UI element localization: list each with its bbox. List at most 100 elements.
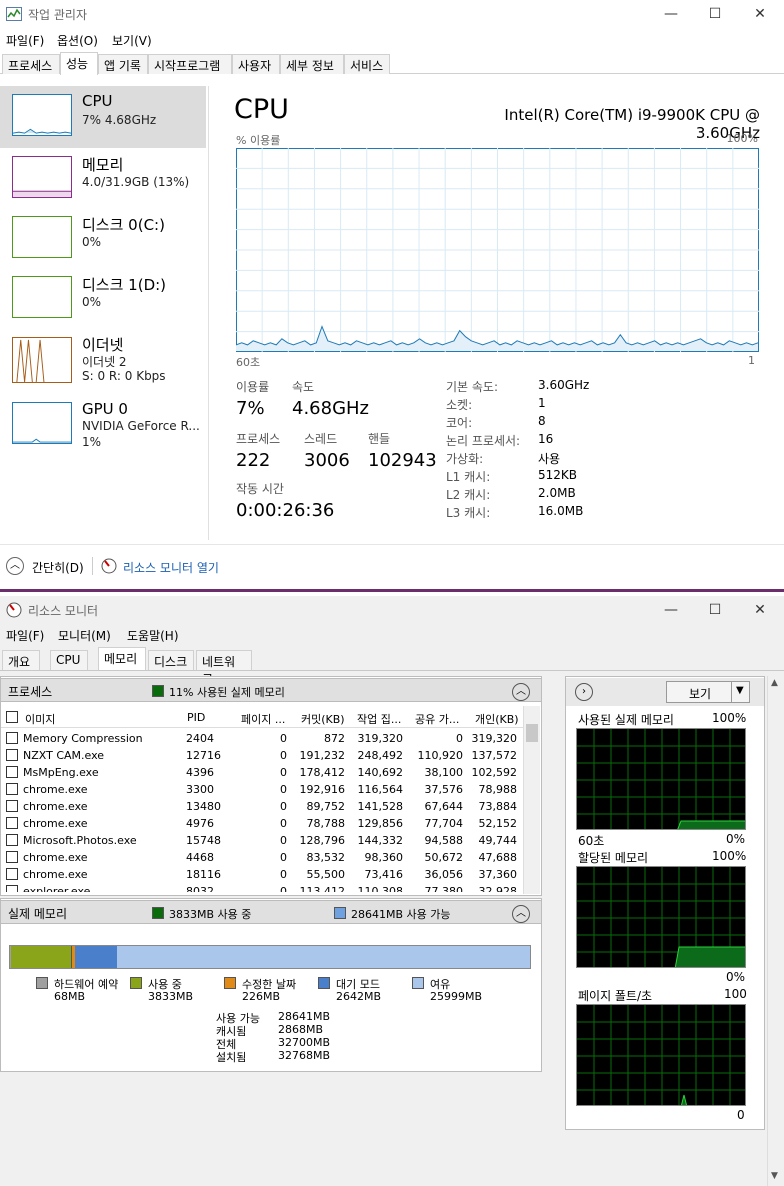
col-private[interactable]: 개인(KB) — [475, 711, 519, 727]
tab-services[interactable]: 서비스 — [344, 54, 390, 74]
spec-key: 코어: — [446, 416, 473, 430]
row-checkbox[interactable] — [6, 817, 18, 829]
tab-network[interactable]: 네트워크 — [196, 650, 252, 686]
col-pid[interactable]: PID — [187, 711, 205, 724]
open-resource-monitor-link[interactable]: 리소스 모니터 열기 — [123, 559, 219, 576]
table-cell: 36,056 — [424, 868, 464, 881]
graph2-title: 할당된 메모리 — [578, 851, 649, 865]
legend-value: 68MB — [54, 990, 86, 1003]
spec-value: 512KB — [538, 468, 578, 482]
sidebar-item-disk1[interactable]: 디스크 1(D:) 0% — [0, 268, 206, 330]
sidebar-item-ethernet[interactable]: 이더넷 이더넷 2 S: 0 R: 0 Kbps — [0, 328, 206, 390]
menu-file[interactable]: 파일(F) — [6, 627, 44, 644]
sidebar-item-disk0[interactable]: 디스크 0(C:) 0% — [0, 208, 206, 270]
close-button[interactable]: ✕ — [745, 600, 775, 620]
col-image[interactable]: 이미지 — [25, 711, 55, 727]
table-row[interactable]: Microsoft.Photos.exe 15748 0 128,796 144,332… — [1, 832, 523, 849]
graph2-max: 100% — [712, 849, 747, 863]
minimize-button[interactable]: — — [656, 600, 686, 620]
table-cell: 89,752 — [306, 800, 346, 813]
col-working-set[interactable]: 작업 집... — [357, 711, 401, 727]
row-checkbox[interactable] — [6, 800, 18, 812]
table-cell: 0 — [280, 851, 287, 864]
graphs-scrollbar[interactable]: ▲ ▼ — [767, 676, 783, 1186]
select-all-checkbox[interactable] — [6, 711, 18, 723]
table-row[interactable]: explorer.exe 8032 0 113,412 110,308 77,380 32,… — [1, 883, 523, 892]
table-row[interactable]: Memory Compression 2404 0 872 319,320 0 319,32… — [1, 730, 523, 747]
table-cell: 18116 — [186, 868, 221, 881]
table-row[interactable]: chrome.exe 4976 0 78,788 129,856 77,704 52,152 — [1, 815, 523, 832]
spec-value: 16.0MB — [538, 504, 584, 518]
row-checkbox[interactable] — [6, 783, 18, 795]
table-cell: 13480 — [186, 800, 221, 813]
sidebar-title: 이더넷 — [82, 336, 124, 354]
footer-divider — [0, 544, 784, 545]
collapse-process-icon[interactable]: ︿ — [512, 683, 530, 701]
row-checkbox[interactable] — [6, 732, 18, 744]
gpu-thumbnail — [12, 402, 72, 444]
col-commit[interactable]: 커밋(KB) — [301, 711, 345, 727]
tab-cpu[interactable]: CPU — [50, 650, 88, 670]
close-button[interactable]: ✕ — [745, 4, 775, 24]
process-scrollbar[interactable] — [523, 706, 540, 894]
threads-label: 스레드 — [304, 432, 338, 446]
maximize-button[interactable]: ☐ — [700, 4, 730, 24]
tab-performance[interactable]: 성능 — [60, 52, 98, 75]
row-checkbox[interactable] — [6, 885, 18, 892]
expand-graphs-icon[interactable]: › — [575, 683, 593, 701]
sidebar-item-cpu[interactable]: CPU 7% 4.68GHz — [0, 86, 206, 148]
fewer-details-link[interactable]: 간단히(D) — [32, 559, 84, 576]
collapse-memory-icon[interactable]: ︿ — [512, 905, 530, 923]
tab-overview[interactable]: 개요 — [2, 650, 40, 670]
table-cell: 38,100 — [424, 766, 464, 779]
menu-help[interactable]: 도움말(H) — [127, 627, 179, 644]
table-cell: Memory Compression — [23, 732, 143, 745]
menu-monitor[interactable]: 모니터(M) — [58, 627, 111, 644]
minimize-button[interactable]: — — [656, 4, 686, 24]
table-cell: 78,988 — [478, 783, 518, 796]
menu-view[interactable]: 보기(V) — [112, 32, 152, 49]
table-cell: 128,796 — [299, 834, 346, 847]
maximize-button[interactable]: ☐ — [700, 600, 730, 620]
scroll-up-icon[interactable]: ▲ — [771, 678, 778, 688]
chevron-up-icon[interactable]: ︿ — [6, 557, 24, 575]
row-checkbox[interactable] — [6, 749, 18, 761]
scroll-down-icon[interactable]: ▼ — [771, 1171, 778, 1181]
tab-users[interactable]: 사용자 — [232, 54, 280, 74]
physical-memory-label: 실제 메모리 — [8, 907, 68, 921]
table-row[interactable]: chrome.exe 18116 0 55,500 73,416 36,056 37,360 — [1, 866, 523, 883]
row-checkbox[interactable] — [6, 834, 18, 846]
col-shareable[interactable]: 공유 가... — [415, 711, 459, 727]
table-row[interactable]: NZXT CAM.exe 12716 0 191,232 248,492 110,920 1… — [1, 747, 523, 764]
used-physical-memory-graph — [576, 728, 746, 830]
spec-key: L1 캐시: — [446, 470, 491, 484]
tab-processes[interactable]: 프로세스 — [2, 54, 60, 74]
sidebar-item-gpu[interactable]: GPU 0 NVIDIA GeForce R... 1% — [0, 394, 206, 456]
table-row[interactable]: chrome.exe 4468 0 83,532 98,360 50,672 47,688 — [1, 849, 523, 866]
resource-monitor-icon — [6, 602, 22, 618]
col-hard-faults[interactable]: 페이지 ... — [241, 711, 285, 727]
table-row[interactable]: MsMpEng.exe 4396 0 178,412 140,692 38,100 102,… — [1, 764, 523, 781]
row-checkbox[interactable] — [6, 851, 18, 863]
tab-details[interactable]: 세부 정보 — [280, 54, 344, 74]
scrollbar-thumb[interactable] — [526, 724, 538, 742]
physical-memory-header[interactable] — [0, 900, 542, 924]
table-cell: 37,360 — [478, 868, 518, 881]
table-cell: 94,588 — [424, 834, 464, 847]
tab-app-history[interactable]: 앱 기록 — [98, 54, 148, 74]
row-checkbox[interactable] — [6, 868, 18, 880]
menu-options[interactable]: 옵션(O) — [57, 32, 98, 49]
tab-memory[interactable]: 메모리 — [98, 647, 146, 670]
table-row[interactable]: chrome.exe 3300 0 192,916 116,564 37,576 78,98… — [1, 781, 523, 798]
graph3-min: 0 — [737, 1108, 745, 1122]
sidebar-sub2: S: 0 R: 0 Kbps — [82, 369, 166, 383]
tab-strip-line — [0, 670, 784, 671]
tab-disk[interactable]: 디스크 — [148, 650, 194, 670]
menu-file[interactable]: 파일(F) — [6, 32, 44, 49]
sidebar-item-memory[interactable]: 메모리 4.0/31.9GB (13%) — [0, 148, 206, 210]
view-dropdown[interactable]: 보기 ▼ — [666, 681, 750, 703]
table-row[interactable]: chrome.exe 13480 0 89,752 141,528 67,644 73,88… — [1, 798, 523, 815]
row-checkbox[interactable] — [6, 766, 18, 778]
tab-startup[interactable]: 시작프로그램 — [148, 54, 232, 74]
table-cell: Microsoft.Photos.exe — [23, 834, 137, 847]
